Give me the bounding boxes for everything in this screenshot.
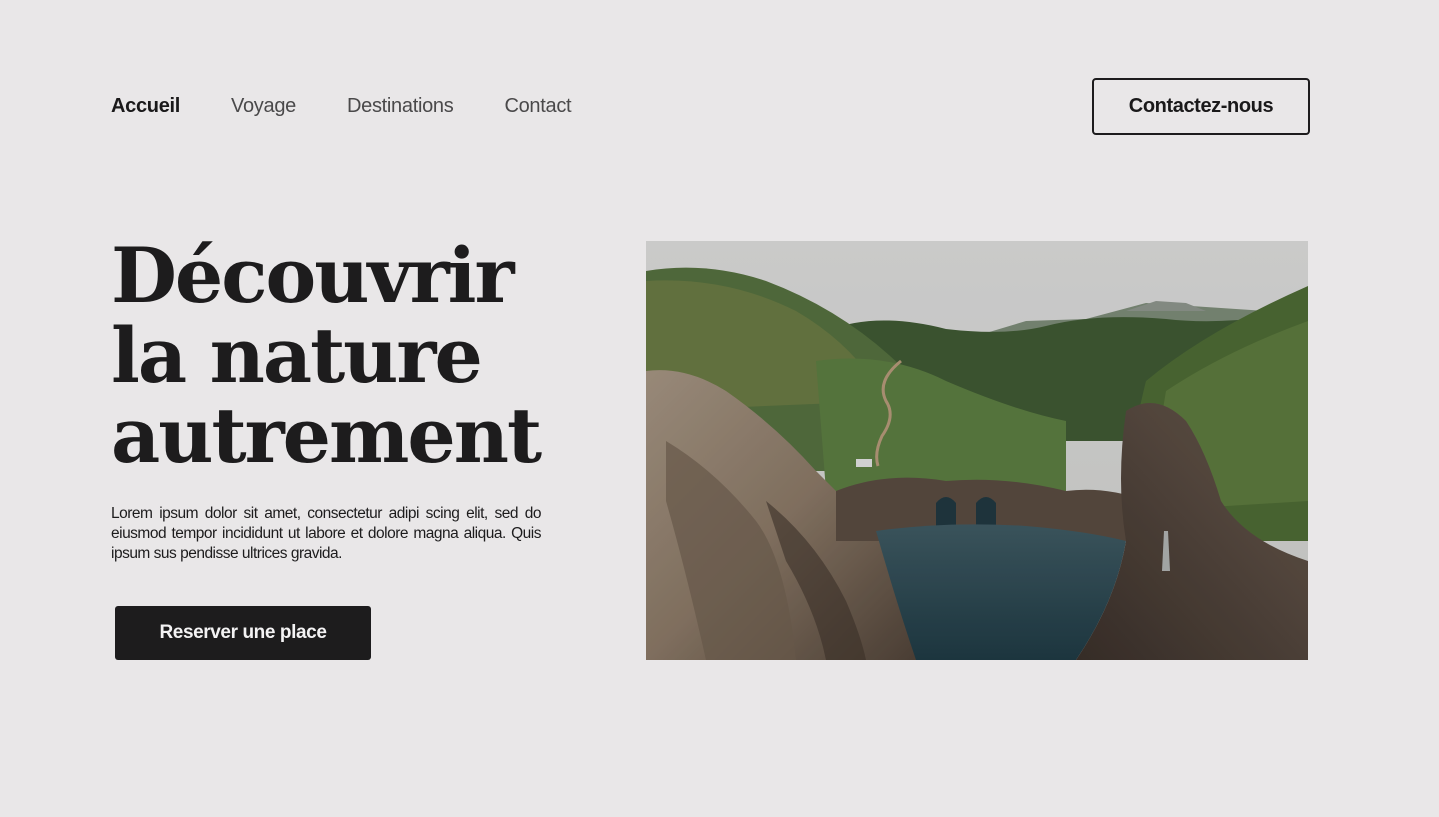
nav-item-destinations[interactable]: Destinations	[347, 95, 454, 118]
reserve-place-button[interactable]: Reserver une place	[115, 606, 371, 660]
nav-item-contact[interactable]: Contact	[504, 95, 571, 118]
hero-title-line-2: la nature	[111, 311, 483, 400]
nav-item-accueil[interactable]: Accueil	[111, 95, 180, 118]
main-nav: Accueil Voyage Destinations Contact	[111, 88, 622, 124]
hero-title-line-1: Découvrir	[111, 231, 515, 320]
hero-title-line-3: autrement	[111, 391, 542, 480]
contact-us-button[interactable]: Contactez-nous	[1092, 78, 1310, 135]
hero-title: Découvrir la nature autrement	[111, 231, 542, 480]
nav-item-voyage[interactable]: Voyage	[231, 95, 296, 118]
hero-description: Lorem ipsum dolor sit amet, consectetur …	[111, 505, 542, 562]
hero-landscape-image	[646, 241, 1308, 660]
